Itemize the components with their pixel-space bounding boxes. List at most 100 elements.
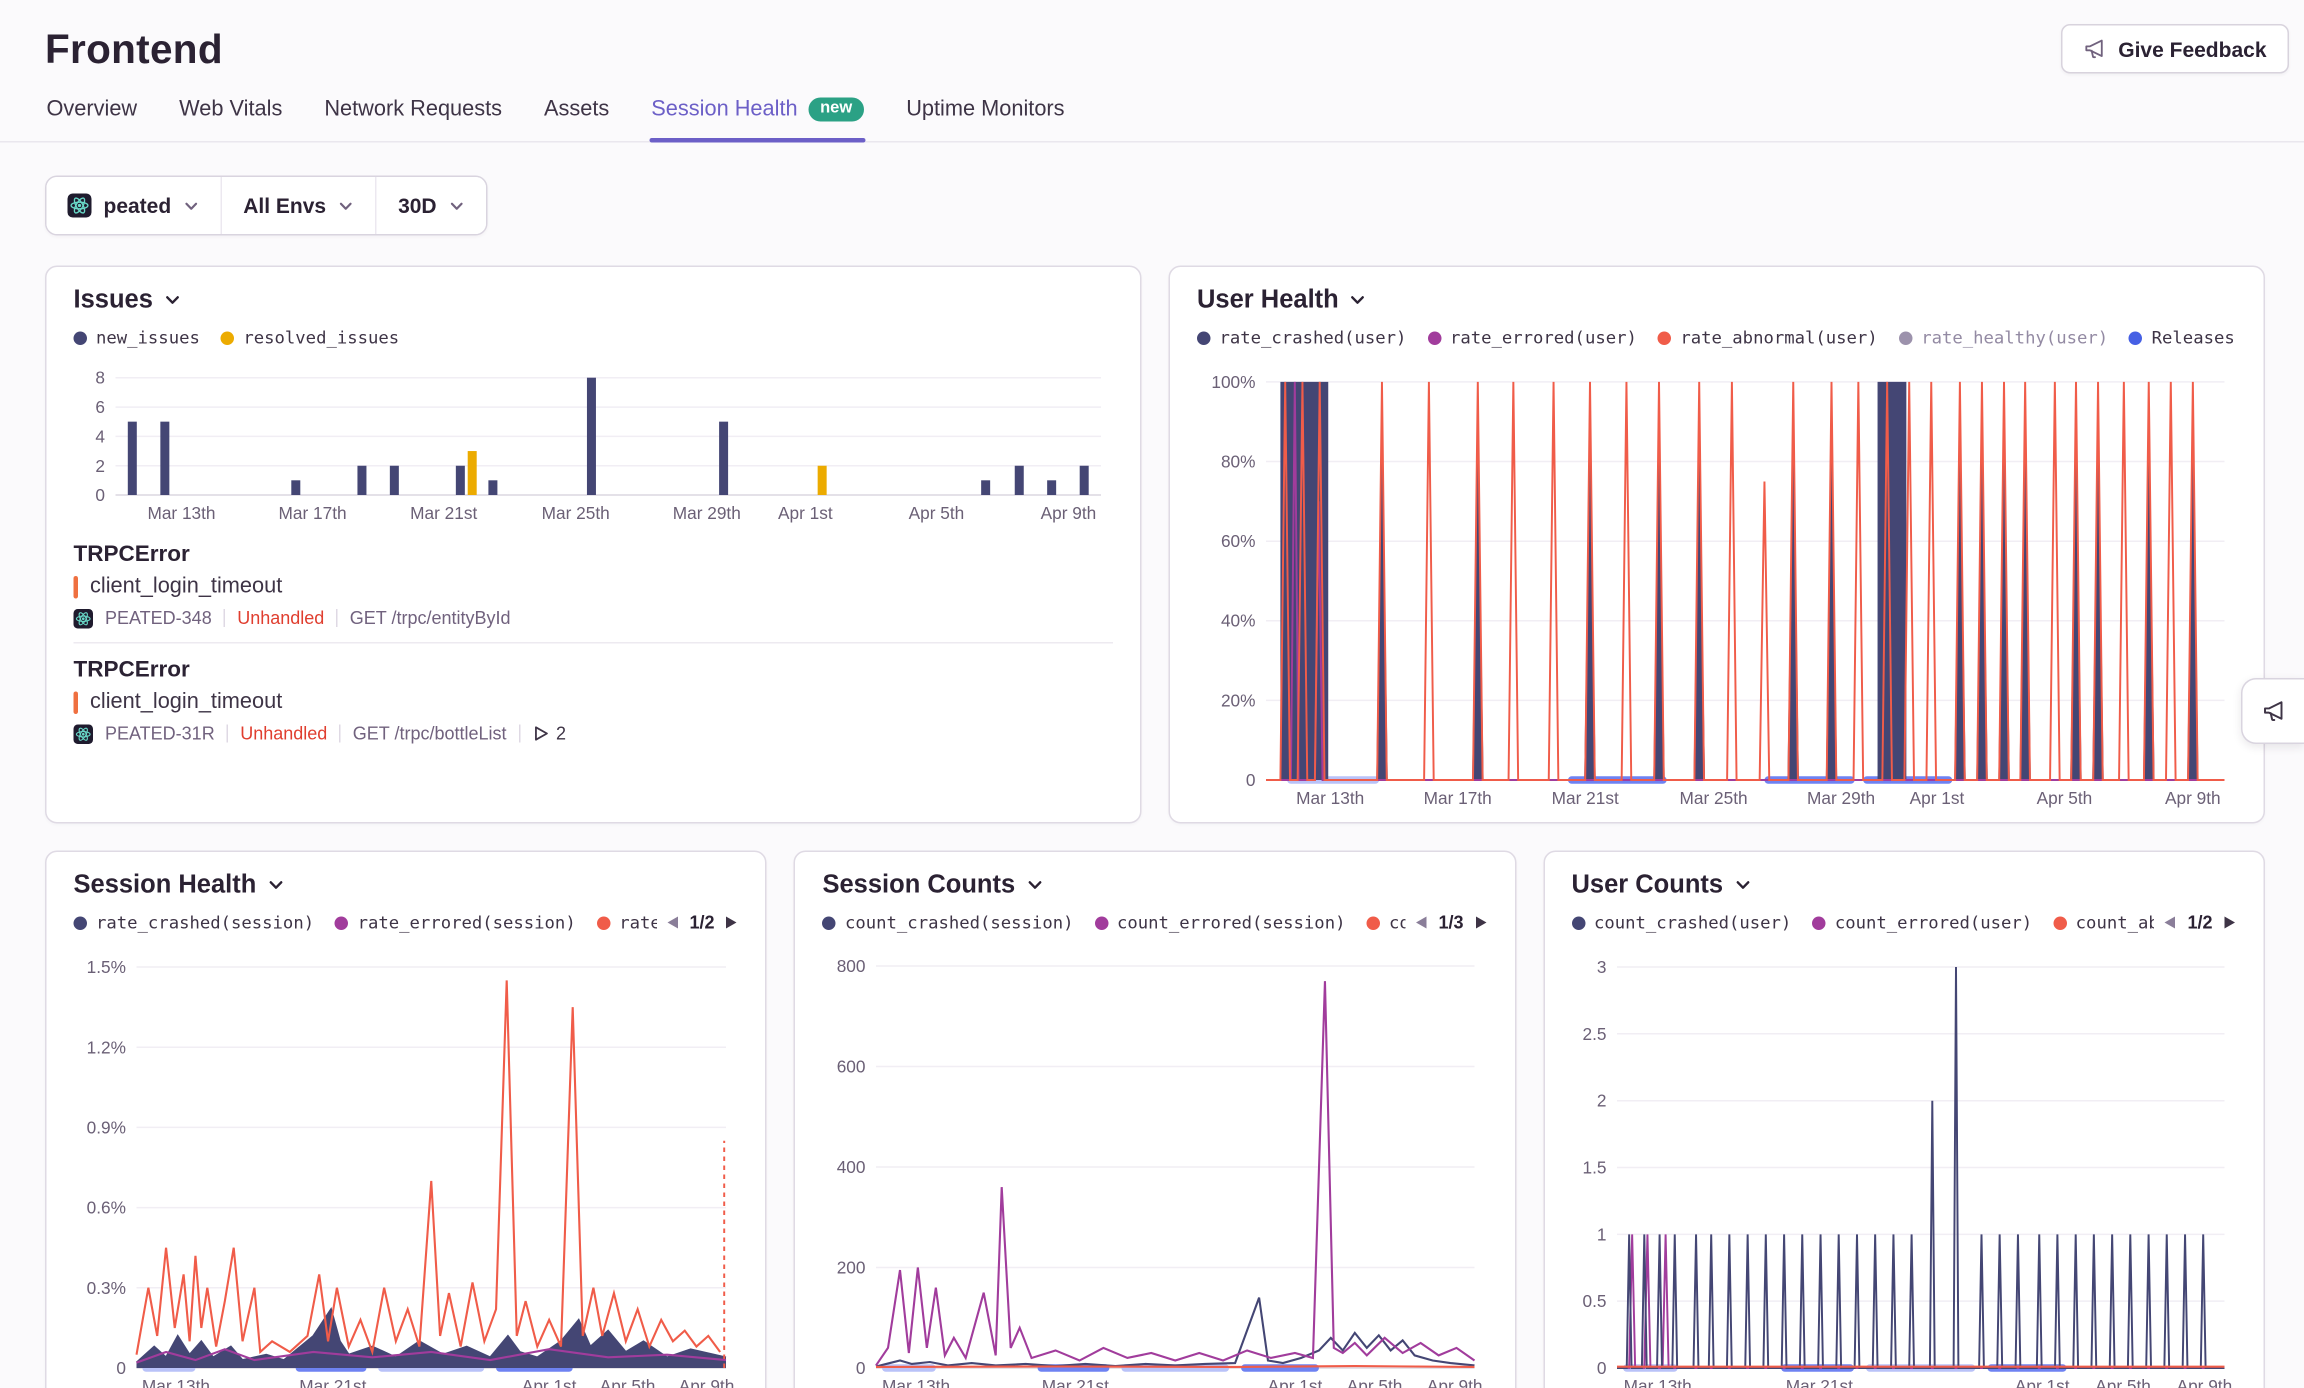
project-icon (68, 194, 92, 218)
previous-page-button[interactable] (665, 915, 679, 930)
user-health-panel-title: User Health (1197, 285, 1339, 315)
legend-item-rate-crashed-session[interactable]: rate_crashed(session) (74, 912, 315, 933)
environment-selector-value: All Envs (243, 194, 326, 218)
tab-overview[interactable]: Overview (45, 95, 139, 142)
legend-label: rate_abnorr (619, 912, 656, 933)
issue-row: TRPCError client_login_timeout PEATED-34… (74, 528, 1114, 642)
legend-label: count_errored(user) (1835, 912, 2032, 933)
svg-text:0: 0 (1596, 1358, 1606, 1378)
issues-legend: new_issues resolved_issues (74, 327, 1114, 348)
give-feedback-button[interactable]: Give Feedback (2061, 24, 2289, 74)
issue-transaction: GET /trpc/entityById (350, 608, 511, 629)
svg-text:Mar 29th: Mar 29th (1807, 788, 1875, 808)
svg-text:0: 0 (116, 1358, 126, 1378)
legend-item-rate-errored-session[interactable]: rate_errored(session) (335, 912, 576, 933)
legend-label: resolved_issues (243, 327, 399, 348)
issues-chart[interactable]: 02468Mar 13thMar 17thMar 21stMar 25thMar… (74, 357, 1114, 525)
legend-label: rate_abnormal(user) (1680, 327, 1877, 348)
legend-item-new-issues[interactable]: new_issues (74, 327, 200, 348)
megaphone-icon (2261, 699, 2285, 723)
legend-item-rate-crashed-user[interactable]: rate_crashed(user) (1197, 327, 1406, 348)
chevron-down-icon[interactable] (1349, 291, 1367, 309)
legend-item-rate-errored-user[interactable]: rate_errored(user) (1427, 327, 1636, 348)
svg-text:Apr 9th: Apr 9th (1427, 1376, 1483, 1388)
svg-text:0.6%: 0.6% (87, 1198, 126, 1218)
tab-network-requests[interactable]: Network Requests (323, 95, 504, 142)
legend-label: count_errored(session) (1117, 912, 1345, 933)
svg-text:Mar 21st: Mar 21st (410, 503, 477, 523)
legend-dot (1197, 331, 1211, 345)
svg-text:0: 0 (95, 485, 105, 505)
svg-text:Mar 17th: Mar 17th (1424, 788, 1492, 808)
svg-text:800: 800 (837, 956, 866, 976)
next-page-button[interactable] (2223, 915, 2237, 930)
issue-culprit: client_login_timeout (90, 575, 282, 599)
issue-title-link[interactable]: TRPCError (74, 656, 1114, 685)
legend-item-count-errored-user[interactable]: count_errored(user) (1812, 912, 2032, 933)
issues-panel: Issues new_issues resolved_issues 02468M… (45, 266, 1142, 824)
user-health-panel: User Health rate_crashed(user) rate_erro… (1169, 266, 2266, 824)
legend-item-count-crashed-session[interactable]: count_crashed(session) (822, 912, 1073, 933)
megaphone-icon (2084, 38, 2107, 61)
svg-text:Apr 9th: Apr 9th (2176, 1376, 2232, 1388)
legend-dot (74, 331, 88, 345)
next-page-button[interactable] (725, 915, 739, 930)
replay-count[interactable]: 2 (532, 723, 566, 744)
svg-text:Apr 9th: Apr 9th (2165, 788, 2221, 808)
legend-dot (221, 331, 235, 345)
chevron-down-icon[interactable] (1026, 876, 1044, 894)
svg-text:Apr 1st: Apr 1st (1910, 788, 1965, 808)
session-counts-chart[interactable]: 0200400600800Mar 13thMar 21stApr 1stApr … (822, 942, 1487, 1388)
svg-text:Apr 5th: Apr 5th (1347, 1376, 1403, 1388)
legend-label: new_issues (96, 327, 200, 348)
divider (339, 725, 341, 743)
svg-text:Mar 17th: Mar 17th (279, 503, 347, 523)
feedback-fab[interactable] (2241, 678, 2304, 744)
legend-label: count_crashed(user) (1594, 912, 1791, 933)
project-selector[interactable]: peated (47, 177, 221, 234)
svg-text:6: 6 (95, 397, 105, 417)
legend-item-count-abnormal-session[interactable]: count_a (1366, 912, 1405, 933)
legend-item-count-crashed-user[interactable]: count_crashed(user) (1571, 912, 1791, 933)
tab-assets[interactable]: Assets (543, 95, 611, 142)
next-page-button[interactable] (1474, 915, 1488, 930)
previous-page-button[interactable] (1414, 915, 1428, 930)
svg-text:200: 200 (837, 1258, 866, 1278)
svg-text:Apr 5th: Apr 5th (2037, 788, 2093, 808)
user-counts-chart[interactable]: 00.511.522.53Mar 13thMar 21stApr 1stApr … (1571, 942, 2236, 1388)
environment-selector[interactable]: All Envs (221, 177, 376, 234)
legend-item-count-abnormal-user[interactable]: count_abnorm (2053, 912, 2154, 933)
svg-text:Apr 1st: Apr 1st (2014, 1376, 2069, 1388)
legend-item-count-errored-session[interactable]: count_errored(session) (1094, 912, 1345, 933)
legend-item-rate-healthy-user[interactable]: rate_healthy(user) (1899, 327, 2108, 348)
session-health-chart[interactable]: 00.3%0.6%0.9%1.2%1.5%Mar 13thMar 21stApr… (74, 942, 739, 1388)
page-filter-bar: peated All Envs 30D (45, 176, 488, 236)
tab-uptime-monitors[interactable]: Uptime Monitors (905, 95, 1066, 142)
issue-short-id: PEATED-348 (105, 608, 212, 629)
legend-label: count_crashed(session) (845, 912, 1073, 933)
svg-text:1.5%: 1.5% (87, 957, 126, 977)
legend-item-rate-abnormal-session[interactable]: rate_abnorr (597, 912, 657, 933)
legend-item-rate-abnormal-user[interactable]: rate_abnormal(user) (1658, 327, 1878, 348)
svg-text:80%: 80% (1221, 452, 1256, 472)
svg-text:4: 4 (95, 426, 105, 446)
svg-text:Mar 13th: Mar 13th (1296, 788, 1364, 808)
tab-session-health[interactable]: Session Health new (650, 95, 866, 142)
legend-item-releases[interactable]: Releases (2129, 327, 2235, 348)
page-title: Frontend (45, 27, 2259, 74)
chevron-down-icon[interactable] (1734, 876, 1752, 894)
previous-page-button[interactable] (2163, 915, 2177, 930)
date-range-selector[interactable]: 30D (376, 177, 487, 234)
tab-web-vitals[interactable]: Web Vitals (178, 95, 284, 142)
chevron-down-icon[interactable] (163, 291, 181, 309)
svg-text:Apr 9th: Apr 9th (679, 1376, 735, 1388)
user-health-chart[interactable]: 020%40%60%80%100%Mar 13thMar 17thMar 21s… (1197, 357, 2237, 810)
svg-text:Apr 1st: Apr 1st (1268, 1376, 1323, 1388)
session-counts-panel-title: Session Counts (822, 870, 1015, 900)
svg-text:400: 400 (837, 1157, 866, 1177)
svg-text:Apr 9th: Apr 9th (1041, 503, 1097, 523)
legend-item-resolved-issues[interactable]: resolved_issues (221, 327, 399, 348)
give-feedback-label: Give Feedback (2118, 37, 2266, 61)
issue-title-link[interactable]: TRPCError (74, 540, 1114, 569)
chevron-down-icon[interactable] (267, 876, 285, 894)
